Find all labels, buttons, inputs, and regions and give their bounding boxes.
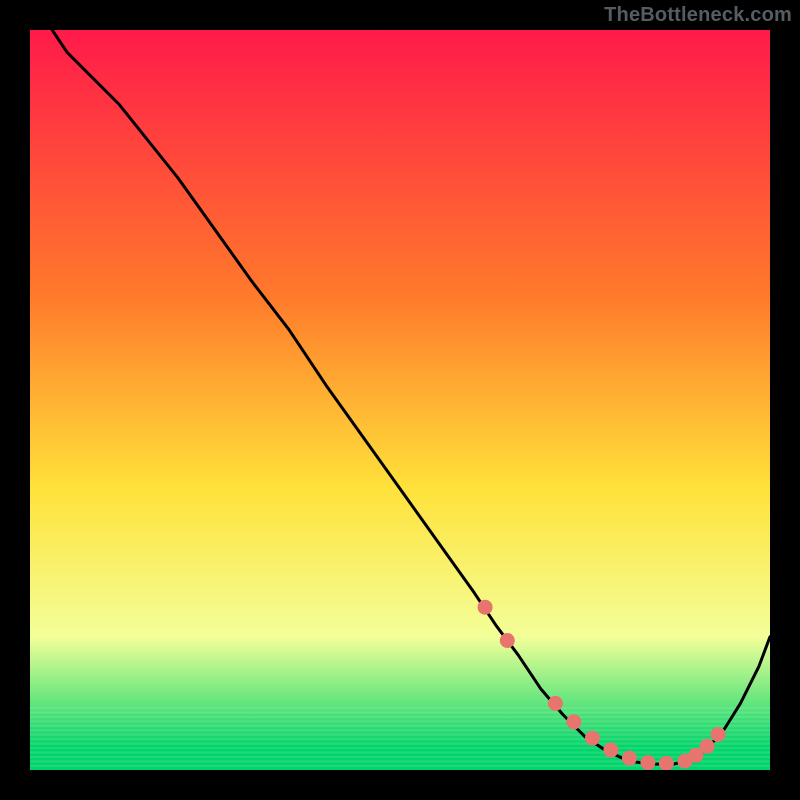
data-marker (711, 727, 725, 741)
data-marker (641, 756, 655, 770)
data-marker (548, 696, 562, 710)
chart-container: TheBottleneck.com (0, 0, 800, 800)
band-stripe (30, 716, 770, 718)
data-marker (567, 715, 581, 729)
gradient-background (30, 30, 770, 770)
watermark-text: TheBottleneck.com (604, 4, 792, 27)
plot-area (30, 30, 770, 770)
band-stripe (30, 743, 770, 745)
data-marker (585, 731, 599, 745)
data-marker (500, 634, 514, 648)
band-stripe (30, 729, 770, 731)
band-stripe (30, 738, 770, 740)
band-stripe (30, 734, 770, 736)
band-stripe (30, 747, 770, 749)
band-stripe (30, 712, 770, 714)
data-marker (478, 600, 492, 614)
data-marker (659, 756, 673, 770)
band-stripe (30, 760, 770, 762)
band-stripe (30, 756, 770, 758)
data-marker (700, 739, 714, 753)
chart-svg (30, 30, 770, 770)
band-stripe (30, 707, 770, 709)
data-marker (604, 743, 618, 757)
band-stripe (30, 725, 770, 727)
band-stripe (30, 752, 770, 754)
band-stripe (30, 720, 770, 722)
data-marker (622, 751, 636, 765)
